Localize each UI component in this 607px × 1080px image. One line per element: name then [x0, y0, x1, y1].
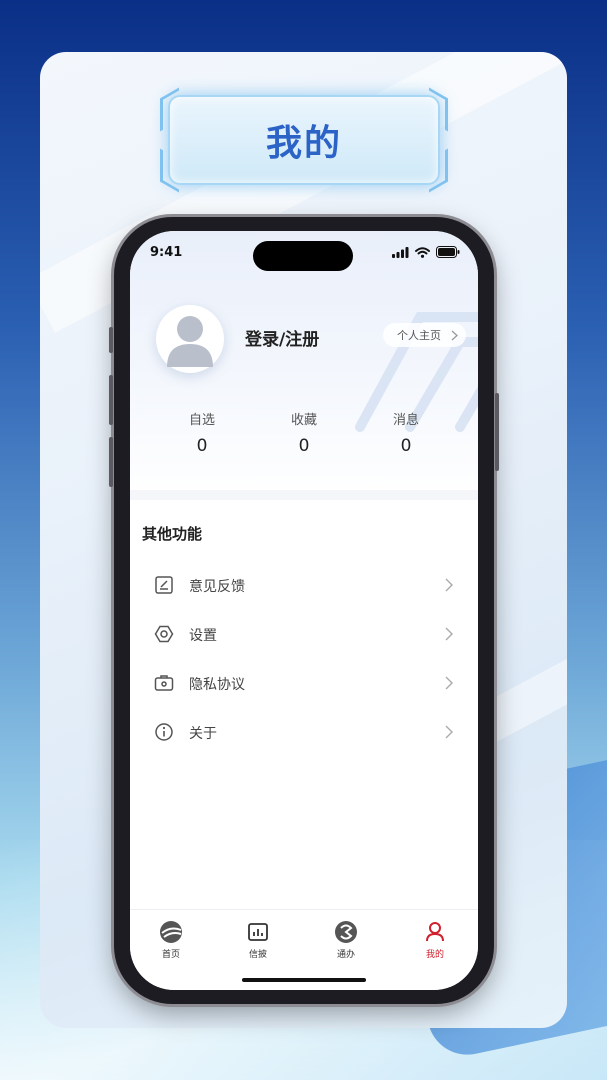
- section-title: 其他功能: [142, 525, 203, 543]
- avatar[interactable]: [156, 305, 224, 373]
- tab-label: 信披: [248, 950, 267, 960]
- function-menu: 意见反馈 设置 隐私协议 关于: [130, 561, 478, 757]
- stat-value: 0: [298, 436, 310, 456]
- menu-item-label: 隐私协议: [189, 676, 245, 693]
- menu-item-label: 设置: [189, 627, 217, 644]
- stat-label: 消息: [392, 413, 419, 428]
- section-divider: [130, 490, 478, 500]
- default-avatar-icon: [167, 316, 213, 367]
- feedback-edit-icon: [155, 576, 173, 594]
- menu-item-label: 关于: [189, 725, 217, 742]
- stat-messages[interactable]: 消息 0: [356, 409, 456, 456]
- chevron-right-icon: [445, 627, 453, 641]
- info-circle-icon: [155, 723, 173, 741]
- personal-homepage-label: 个人主页: [397, 329, 441, 342]
- phone-screen: 9:41 登录/注册 个人主页 自选 0 收藏 0 消息 0 其他功能 意见反馈…: [130, 231, 478, 990]
- menu-item-about[interactable]: 关于: [130, 708, 478, 757]
- stats-row: 自选 0 收藏 0 消息 0: [152, 409, 456, 456]
- battery-icon: [436, 246, 460, 258]
- briefcase-privacy-icon: [154, 675, 174, 691]
- tab-home[interactable]: 首页: [141, 920, 201, 960]
- chevron-right-icon: [445, 578, 453, 592]
- dynamic-island: [253, 241, 353, 271]
- status-bar: 9:41: [130, 231, 478, 275]
- tab-label: 我的: [425, 950, 444, 960]
- hexagon-settings-icon: [154, 625, 174, 643]
- page-title-badge: 我的: [160, 87, 448, 193]
- login-register-link[interactable]: 登录/注册: [245, 325, 319, 350]
- wifi-icon: [415, 246, 430, 258]
- tab-disclosure[interactable]: 信披: [228, 920, 288, 960]
- personal-homepage-button[interactable]: 个人主页: [383, 323, 466, 347]
- stat-value: 0: [196, 436, 208, 456]
- tab-label: 首页: [161, 950, 180, 960]
- tab-mine[interactable]: 我的: [405, 920, 465, 960]
- menu-item-feedback[interactable]: 意见反馈: [130, 561, 478, 610]
- signal-icon: [392, 246, 409, 258]
- stat-favorites-watchlist[interactable]: 自选 0: [152, 409, 252, 456]
- stat-collections[interactable]: 收藏 0: [254, 409, 354, 456]
- user-profile-icon: [426, 922, 444, 942]
- home-logo-icon: [160, 921, 182, 943]
- chevron-right-icon: [451, 330, 458, 340]
- stat-label: 收藏: [290, 413, 317, 428]
- chevron-right-icon: [445, 676, 453, 690]
- menu-item-label: 意见反馈: [189, 578, 245, 595]
- stat-value: 0: [400, 436, 412, 456]
- home-indicator: [242, 978, 366, 982]
- page-title: 我的: [265, 123, 342, 164]
- tab-label: 通办: [336, 950, 355, 960]
- menu-item-privacy[interactable]: 隐私协议: [130, 659, 478, 708]
- phone-frame: 9:41 登录/注册 个人主页 自选 0 收藏 0 消息 0 其他功能 意见反馈…: [109, 217, 499, 1004]
- menu-item-settings[interactable]: 设置: [130, 610, 478, 659]
- chevron-right-icon: [445, 725, 453, 739]
- status-time: 9:41: [150, 245, 183, 260]
- stat-label: 自选: [188, 413, 215, 428]
- swirl-logo-icon: [335, 921, 357, 943]
- chart-board-icon: [248, 923, 268, 941]
- tab-services[interactable]: 通办: [316, 920, 376, 960]
